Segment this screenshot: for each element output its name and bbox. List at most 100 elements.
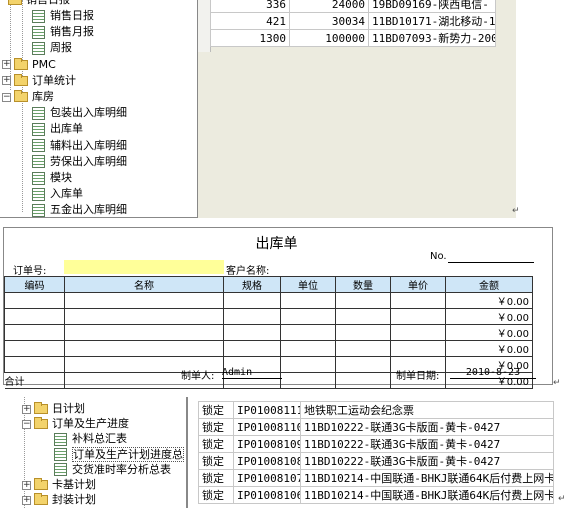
maker-value[interactable]: Admin (222, 367, 282, 379)
folder-icon (8, 0, 22, 5)
grid-cell: 11BD10214-中国联通-BHKJ联通64K后付费上网卡0901 (300, 486, 554, 504)
amount-cell: ￥0.00 (445, 292, 533, 309)
grid-cell: 锁定 (198, 418, 234, 436)
tree-item[interactable]: 模块 (32, 170, 72, 186)
tree-item[interactable]: 辅料出入库明细 (32, 138, 127, 154)
table-row[interactable]: 336 24000 19BD09169-陕西电信- (210, 0, 496, 13)
order-number-label: 订单号: (13, 266, 47, 277)
tree-item-label: 包装出入库明细 (50, 106, 127, 120)
tree-item-label: 封装计划 (52, 493, 96, 507)
document-icon (32, 139, 45, 153)
tree-item[interactable]: 出库单 (32, 121, 83, 137)
col-spec: 规格 (223, 276, 281, 293)
tree-root-partial[interactable]: 销售日报 (8, 0, 70, 7)
col-unit: 单位 (280, 276, 336, 293)
tree-item[interactable]: + PMC (2, 57, 56, 73)
tree-item[interactable]: 入库单 (32, 186, 83, 202)
tree-item[interactable]: − 订单及生产进度 (22, 416, 129, 432)
table-row[interactable]: ￥0.00 (4, 340, 533, 357)
expand-icon[interactable]: + (22, 480, 31, 490)
amount-cell: ￥0.00 (445, 340, 533, 357)
grid-cell: 421 (210, 12, 290, 30)
tree-item[interactable]: 五金出入库明细 (32, 202, 127, 217)
tree-item-label: PMC (32, 57, 56, 71)
tree-item[interactable]: 补料总汇表 (54, 431, 127, 447)
tree-item[interactable]: 交货准时率分析总表 (54, 462, 171, 478)
tree-item-label: 订单统计 (32, 73, 76, 87)
grid-cell: 11BD10214-中国联通-BHKJ联通64K后付费上网卡0901 (300, 469, 554, 487)
tree-item-label: 销售日报 (50, 9, 94, 22)
grid-cell: 24000 (289, 0, 369, 13)
tree-item-label: 劳保出入库明细 (50, 154, 127, 168)
bottom-grid-panel: 锁定 IP01008111 地铁职工运动会纪念票 锁定 IP01008110 11BD10… (190, 397, 556, 508)
table-row[interactable]: ￥0.00 (4, 292, 533, 309)
customer-name-label: 客户名称: (226, 266, 270, 277)
tree-item[interactable]: 销售日报 (32, 8, 94, 24)
grid-cell: IP01008107 (233, 469, 301, 487)
document-icon (32, 106, 45, 120)
bottom-data-grid: 锁定 IP01008111 地铁职工运动会纪念票 锁定 IP01008110 11BD10… (198, 401, 554, 504)
bottom-tree-panel: + 日计划 − 订单及生产进度 补料总汇表 订单及生产计划进度总 交货准时率分析总表 + 卡基计… (14, 397, 188, 508)
tree-item-label: 卡基计划 (52, 478, 96, 491)
date-value[interactable]: 2010-8-23 (450, 367, 536, 379)
table-row[interactable]: 锁定 IP01008108 11BD10222-联通3G卡版面-黄卡-0427 (198, 452, 554, 470)
table-row[interactable]: 锁定 IP01008110 11BD10222-联通3G卡版面-黄卡-0427 (198, 418, 554, 436)
top-tree-panel: 销售日报 销售日报销售月报周报 + PMC + 订单统计 − 库房包装出入库明细出库单辅料出… (0, 0, 198, 218)
top-data-grid: 336 24000 19BD09169-陕西电信- 421 30034 11BD10171… (210, 0, 496, 47)
expand-icon[interactable]: + (2, 76, 11, 86)
grid-cell: 锁定 (198, 486, 234, 504)
table-row[interactable]: ￥0.00 (4, 324, 533, 341)
tree-item-label: 入库单 (50, 187, 83, 201)
document-icon (32, 122, 45, 136)
col-amount: 金额 (445, 276, 533, 293)
grid-cell: 锁定 (198, 452, 234, 470)
order-number-field[interactable] (64, 260, 224, 274)
folder-icon (34, 493, 48, 506)
table-row[interactable]: 锁定 IP01008111 地铁职工运动会纪念票 (198, 401, 554, 419)
table-row[interactable]: 锁定 IP01008107 11BD10214-中国联通-BHKJ联通64K后付费上… (198, 469, 554, 487)
grid-cell: 19BD09169-陕西电信- (368, 0, 496, 13)
document-icon (32, 203, 45, 217)
document-icon (54, 448, 67, 462)
amount-cell: ￥0.00 (445, 324, 533, 341)
grid-cell: 11BD10222-联通3G卡版面-黄卡-0427 (300, 418, 554, 436)
document-icon (54, 432, 67, 446)
tree-item[interactable]: 包装出入库明细 (32, 105, 127, 121)
return-mark: ↵ (512, 206, 520, 216)
folder-icon (14, 90, 28, 102)
col-qty: 数量 (335, 276, 391, 293)
tree-item[interactable]: + 日计划 (22, 401, 85, 417)
tree-item[interactable]: − 库房 (2, 89, 54, 105)
no-field[interactable] (448, 262, 534, 263)
tree-item[interactable]: 周报 (32, 40, 72, 56)
grid-cell: 336 (210, 0, 290, 13)
expand-icon[interactable]: + (22, 495, 31, 505)
maker-label: 制单人: (181, 371, 215, 382)
form-title: 出库单 (255, 236, 298, 252)
top-grid-panel: 336 24000 19BD09169-陕西电信- 421 30034 11BD10171… (198, 0, 516, 218)
tree-item[interactable]: 销售月报 (32, 24, 94, 40)
tree-item[interactable]: + 订单统计 (2, 73, 76, 89)
tree-item-label: 日计划 (52, 402, 85, 415)
expand-icon[interactable]: + (22, 404, 31, 414)
collapse-icon[interactable]: − (22, 419, 31, 429)
tree-item[interactable]: 劳保出入库明细 (32, 154, 127, 170)
table-row[interactable]: 421 30034 11BD10171-湖北移动-1 (210, 12, 496, 30)
col-price: 单价 (390, 276, 446, 293)
collapse-icon[interactable]: − (2, 92, 11, 102)
tree-item[interactable]: + 卡基计划 (22, 477, 96, 493)
table-row[interactable]: 锁定 IP01008109 11BD10222-联通3G卡版面-黄卡-0427 (198, 435, 554, 453)
grid-cell: 11BD10222-联通3G卡版面-黄卡-0427 (300, 435, 554, 453)
table-row[interactable]: 锁定 IP01008106 11BD10214-中国联通-BHKJ联通64K后付费上… (198, 486, 554, 504)
table-row[interactable]: 1300 100000 11BD07093-新势力-200 (210, 29, 496, 47)
expand-icon[interactable]: + (2, 60, 11, 70)
document-icon (32, 9, 45, 23)
tree-item[interactable]: + 封装计划 (22, 492, 96, 508)
table-row[interactable]: ￥0.00 (4, 308, 533, 325)
grid-cell: 11BD07093-新势力-200 (368, 29, 496, 47)
tree-item[interactable]: 订单及生产计划进度总 (54, 446, 184, 463)
table-header-row: 编码 名称 规格 单位 数量 单价 金额 (4, 276, 533, 293)
col-name: 名称 (64, 276, 224, 293)
tree-item-label: 周报 (50, 41, 72, 55)
grid-cell: 11BD10171-湖北移动-1 (368, 12, 496, 30)
